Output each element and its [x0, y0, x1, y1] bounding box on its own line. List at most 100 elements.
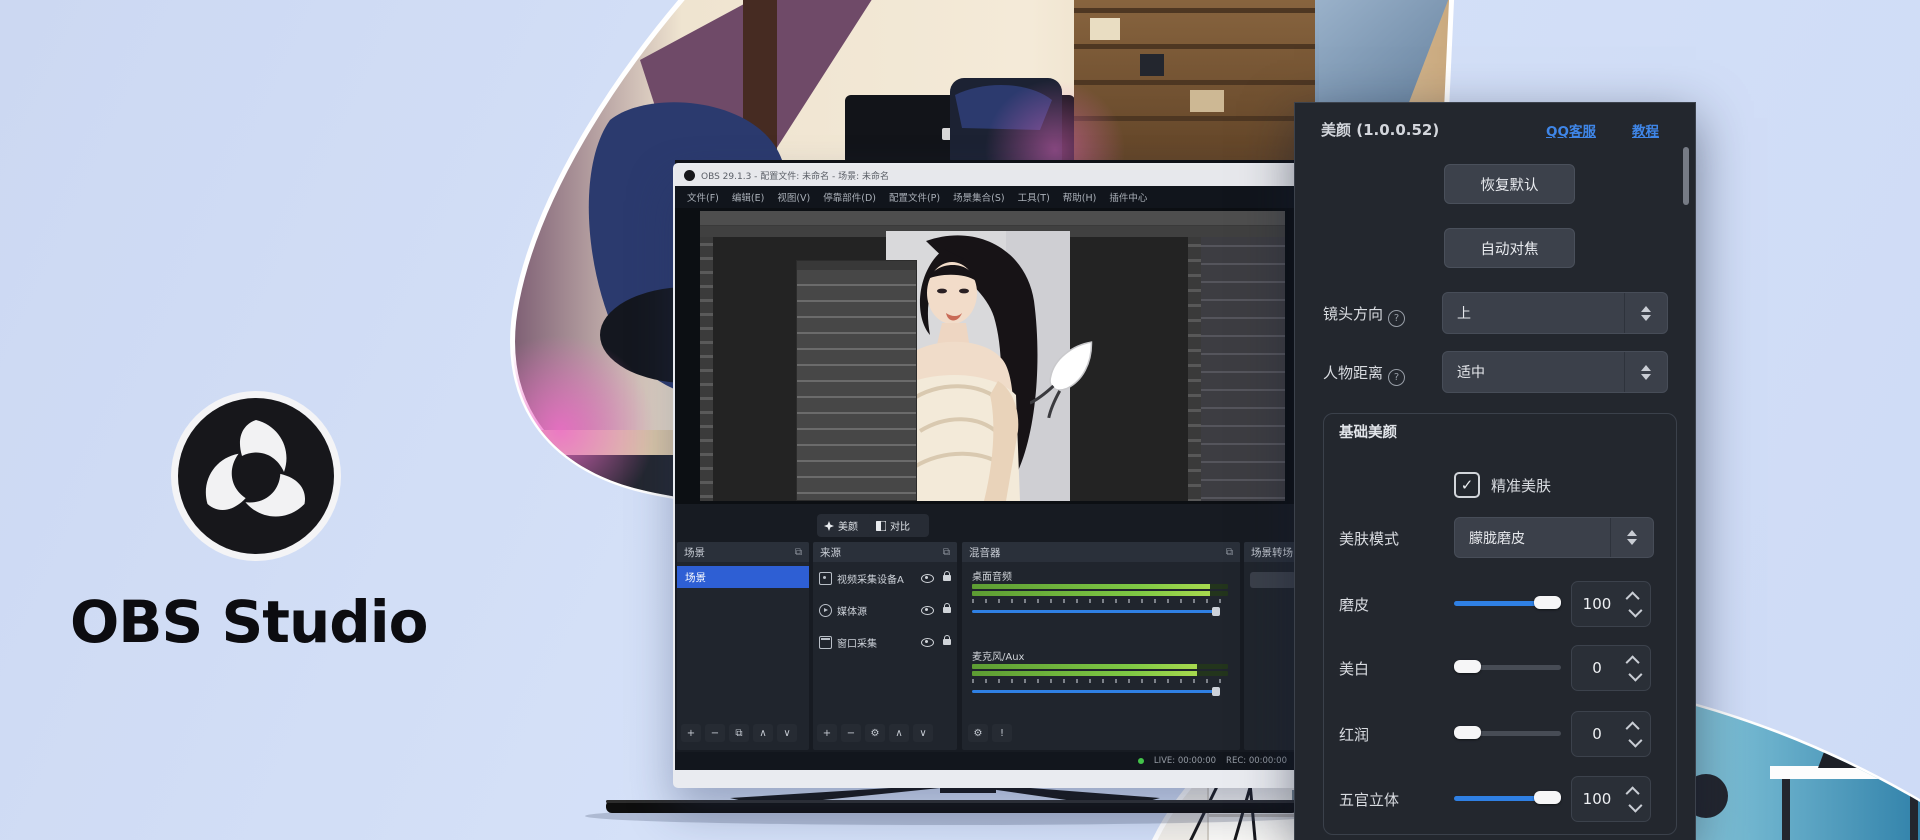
qq-support-link[interactable]: QQ客服 [1546, 120, 1596, 140]
scenes-dock-header[interactable]: 场景⧉ [677, 542, 809, 562]
lock-icon[interactable] [943, 639, 951, 645]
rec-time: REC: 00:00:00 [1226, 756, 1287, 766]
scene-up-button[interactable]: ∧ [753, 724, 773, 742]
restore-defaults-button[interactable]: 恢复默认 [1444, 164, 1575, 204]
audio-meter [972, 591, 1228, 596]
slider-handle[interactable] [1454, 726, 1481, 739]
dock-popout-icon[interactable]: ⧉ [943, 547, 950, 558]
source-down-button[interactable]: ∨ [913, 724, 933, 742]
menu-view[interactable]: 视图(V) [777, 190, 810, 204]
audio-meter [972, 664, 1228, 669]
obs-statusbar: LIVE: 00:00:00 REC: 00:00:00 [675, 752, 1301, 770]
slider-handle[interactable] [1534, 791, 1561, 804]
sources-toolbar: + − ⚙ ∧ ∨ [817, 724, 933, 742]
beauty-toggle-button[interactable]: 美颜 [817, 514, 877, 537]
slider-handle[interactable] [1534, 596, 1561, 609]
spin-up-icon[interactable] [1626, 591, 1640, 605]
dropdown-spinner[interactable] [1610, 518, 1653, 557]
menu-scene-collection[interactable]: 场景集合(S) [953, 190, 1004, 204]
obs-preview[interactable] [675, 208, 1301, 504]
add-scene-button[interactable]: + [681, 724, 701, 742]
spin-down-icon[interactable] [1628, 798, 1642, 812]
spin-down-icon[interactable] [1628, 733, 1642, 747]
volume-slider[interactable] [972, 610, 1218, 613]
audio-meter [972, 584, 1228, 589]
source-properties-button[interactable]: ⚙ [865, 724, 885, 742]
dock-popout-icon[interactable]: ⧉ [1226, 547, 1233, 558]
mixer-config-button[interactable]: ⚙ [968, 724, 988, 742]
visibility-eye-icon[interactable] [921, 574, 934, 583]
skin-mode-dropdown[interactable]: 朦胧磨皮 [1454, 517, 1654, 558]
mixer-dock-header[interactable]: 混音器⧉ [962, 542, 1240, 562]
scene-item-selected[interactable]: 场景 [677, 566, 809, 588]
lock-icon[interactable] [943, 575, 951, 581]
spin-up-icon[interactable] [1626, 786, 1640, 800]
remove-source-button[interactable]: − [841, 724, 861, 742]
dropdown-spinner[interactable] [1624, 352, 1667, 392]
menu-tools[interactable]: 工具(T) [1018, 190, 1050, 204]
whitening-slider[interactable] [1454, 659, 1561, 675]
sources-dock-header[interactable]: 来源⧉ [813, 542, 957, 562]
brand-wordmark: OBS Studio [70, 588, 490, 656]
add-source-button[interactable]: + [817, 724, 837, 742]
autofocus-button[interactable]: 自动对焦 [1444, 228, 1575, 268]
dock-popout-icon[interactable]: ⧉ [795, 547, 802, 558]
source-row-media[interactable]: 媒体源 [813, 600, 957, 620]
smooth-skin-slider[interactable] [1454, 595, 1561, 611]
live-dot [1138, 758, 1144, 764]
whitening-value[interactable]: 0 [1571, 645, 1651, 691]
menu-plugin-center[interactable]: 插件中心 [1109, 190, 1147, 204]
menu-help[interactable]: 帮助(H) [1063, 190, 1097, 204]
mixer-adv-button[interactable]: ! [992, 724, 1012, 742]
scene-filters-button[interactable]: ⧉ [729, 724, 749, 742]
ps-layers-panel [1201, 237, 1285, 501]
help-icon[interactable]: ? [1388, 369, 1405, 386]
source-up-button[interactable]: ∧ [889, 724, 909, 742]
paintbrush-graphic [1030, 331, 1100, 421]
precise-skin-checkbox[interactable]: ✓ [1454, 472, 1480, 498]
ps-toolbox [700, 237, 713, 501]
obs-window: OBS 29.1.3 - 配置文件: 未命名 - 场景: 未命名 文件(F) 编… [675, 165, 1301, 770]
sources-dock: 来源⧉ 视频采集设备A 媒体源 窗口采集 [813, 542, 957, 750]
menu-profile[interactable]: 配置文件(P) [889, 190, 940, 204]
mixer-channel-name: 桌面音频 [972, 568, 1012, 583]
tutorial-link[interactable]: 教程 [1632, 120, 1659, 140]
source-row-window[interactable]: 窗口采集 [813, 632, 957, 652]
spin-up-icon[interactable] [1626, 721, 1640, 735]
mixer-toolbar: ⚙ ! [968, 724, 1012, 742]
lock-icon[interactable] [943, 607, 951, 613]
panel-scrollbar-thumb[interactable] [1683, 147, 1689, 205]
smooth-skin-value[interactable]: 100 [1571, 581, 1651, 627]
scene-down-button[interactable]: ∨ [777, 724, 797, 742]
spin-down-icon[interactable] [1628, 603, 1642, 617]
transitions-dock-header[interactable]: 场景转场 [1244, 542, 1299, 562]
menu-edit[interactable]: 编辑(E) [732, 190, 764, 204]
visibility-eye-icon[interactable] [921, 638, 934, 647]
remove-scene-button[interactable]: − [705, 724, 725, 742]
menu-file[interactable]: 文件(F) [687, 190, 719, 204]
scenes-toolbar: + − ⧉ ∧ ∨ [681, 724, 797, 742]
spin-up-icon[interactable] [1626, 655, 1640, 669]
facial-depth-value[interactable]: 100 [1571, 776, 1651, 822]
transition-dropdown[interactable] [1250, 572, 1296, 588]
volume-slider[interactable] [972, 690, 1218, 693]
subject-distance-dropdown[interactable]: 适中 [1442, 351, 1668, 393]
menu-docks[interactable]: 停靠部件(D) [823, 190, 876, 204]
help-icon[interactable]: ? [1388, 310, 1405, 327]
smooth-skin-label: 磨皮 [1339, 594, 1369, 615]
photoshop-capture [700, 211, 1285, 501]
compare-toggle-button[interactable]: 对比 [869, 514, 929, 537]
obs-titlebar[interactable]: OBS 29.1.3 - 配置文件: 未命名 - 场景: 未命名 [675, 165, 1301, 186]
dropdown-spinner[interactable] [1624, 293, 1667, 333]
source-row-camera[interactable]: 视频采集设备A [813, 568, 957, 588]
visibility-eye-icon[interactable] [921, 606, 934, 615]
rosy-slider[interactable] [1454, 725, 1561, 741]
facial-depth-slider[interactable] [1454, 790, 1561, 806]
slider-handle[interactable] [1454, 660, 1481, 673]
rosy-value[interactable]: 0 [1571, 711, 1651, 757]
camera-direction-dropdown[interactable]: 上 [1442, 292, 1668, 334]
media-source-icon [819, 604, 832, 617]
half-square-icon [876, 521, 886, 531]
spin-down-icon[interactable] [1628, 667, 1642, 681]
scenes-dock: 场景⧉ 场景 + − ⧉ ∧ ∨ [677, 542, 809, 750]
